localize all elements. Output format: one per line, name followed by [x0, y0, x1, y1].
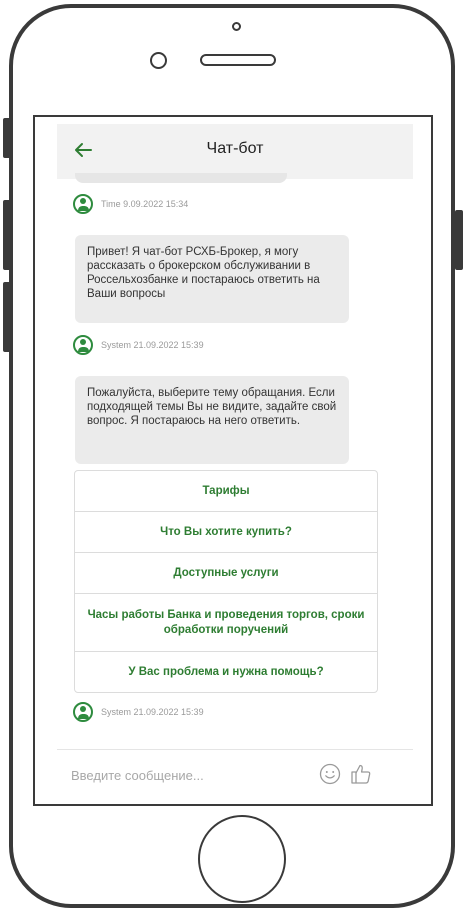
volume-up-button: [3, 200, 11, 270]
message-meta: Time 9.09.2022 15:34: [73, 193, 188, 215]
quick-replies: Тарифы Что Вы хотите купить? Доступные у…: [74, 470, 378, 693]
message-bubble: Пожалуйста, выберите тему обращания. Есл…: [75, 376, 349, 464]
user-avatar-icon: [73, 702, 93, 722]
volume-down-button: [3, 282, 11, 352]
user-avatar-icon: [73, 194, 93, 214]
message-input[interactable]: [69, 764, 303, 786]
front-camera: [150, 52, 167, 69]
home-button[interactable]: [198, 815, 286, 903]
message-author: System 21.09.2022 15:39: [101, 340, 204, 350]
chat-header: Чат-бот: [57, 124, 413, 179]
camera-dot: [232, 22, 241, 31]
mute-switch: [3, 118, 11, 158]
page-title: Чат-бот: [206, 140, 264, 157]
message-meta: System 21.09.2022 15:39: [73, 334, 204, 356]
user-avatar-icon: [73, 335, 93, 355]
thumbs-up-icon[interactable]: [349, 762, 373, 786]
message-meta: System 21.09.2022 15:39: [73, 701, 204, 723]
message-bubble: Привет! Я чат-бот РСХБ-Брокер, я могу ра…: [75, 235, 349, 323]
emoji-icon[interactable]: [319, 763, 341, 785]
quick-reply-hours[interactable]: Часы работы Банка и проведения торгов, с…: [75, 594, 377, 652]
power-button: [455, 210, 463, 270]
message-composer: [57, 749, 413, 800]
quick-reply-help[interactable]: У Вас проблема и нужна помощь?: [75, 652, 377, 692]
earpiece-speaker: [200, 54, 276, 66]
app-screen: Чат-бот Time 9.09.2022 15:34 Привет! Я ч…: [33, 115, 433, 806]
quick-reply-services[interactable]: Доступные услуги: [75, 553, 377, 594]
previous-message-bubble: [75, 173, 287, 183]
quick-reply-tariffs[interactable]: Тарифы: [75, 471, 377, 512]
message-author: System 21.09.2022 15:39: [101, 707, 204, 717]
quick-reply-buy[interactable]: Что Вы хотите купить?: [75, 512, 377, 553]
message-author: Time 9.09.2022 15:34: [101, 199, 189, 209]
